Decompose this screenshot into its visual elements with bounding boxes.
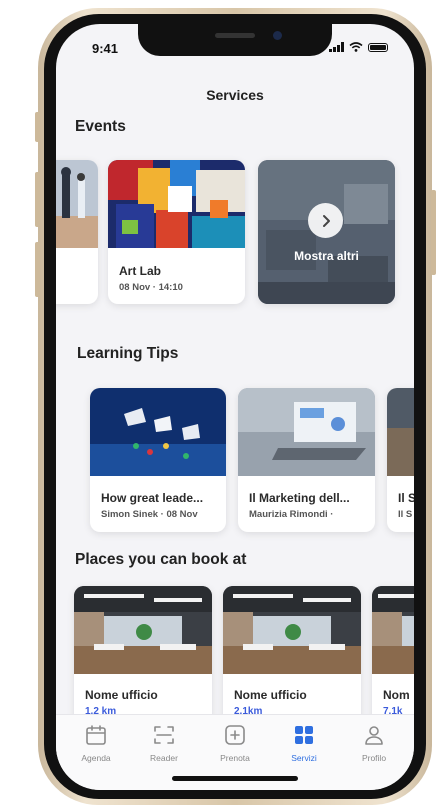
wifi-icon: [349, 42, 363, 52]
learning-tips-title: Learning Tips: [77, 345, 179, 362]
place-image: [372, 586, 414, 674]
side-button: [431, 190, 436, 275]
tab-servizi[interactable]: Servizi: [274, 723, 334, 763]
tab-profilo[interactable]: Profilo: [344, 723, 404, 763]
plus-square-icon: [225, 725, 245, 745]
show-more-card[interactable]: Mostra altri: [258, 160, 395, 304]
show-more-label: Mostra altri: [294, 249, 359, 263]
side-button: [35, 112, 40, 142]
notch: [138, 24, 332, 56]
signal-icon: [329, 42, 344, 52]
place-title: Nom: [383, 688, 410, 702]
event-image: [56, 160, 98, 248]
battery-icon: [368, 42, 388, 52]
tab-reader[interactable]: Reader: [134, 723, 194, 763]
tip-title: Il S: [398, 491, 414, 505]
tab-label: Servizi: [291, 753, 317, 763]
learning-tip-card[interactable]: Il Marketing dell... Maurizia Rimondi ·: [238, 388, 375, 532]
tip-image: [387, 388, 414, 476]
tip-title: How great leade...: [101, 491, 204, 505]
user-icon: [365, 726, 383, 745]
place-title: Nome ufficio: [234, 688, 307, 702]
tab-label: Reader: [150, 753, 178, 763]
events-title: Events: [75, 118, 126, 135]
tab-label: Prenota: [220, 753, 250, 763]
tip-meta: Maurizia Rimondi ·: [249, 509, 334, 520]
tab-prenota[interactable]: Prenota: [205, 723, 265, 763]
tab-agenda[interactable]: Agenda: [66, 723, 126, 763]
places-title: Places you can book at: [75, 551, 247, 568]
event-image: [108, 160, 245, 248]
place-image: [74, 586, 212, 674]
tab-label: Agenda: [81, 753, 111, 763]
show-more-button[interactable]: [308, 203, 343, 238]
learning-tip-card[interactable]: How great leade... Simon Sinek · 08 Nov: [90, 388, 226, 532]
phone-screen: 9:41 Services Events Art Lab 08 Nov · 14…: [56, 24, 414, 790]
place-title: Nome ufficio: [85, 688, 158, 702]
place-image: [223, 586, 361, 674]
side-button: [35, 242, 40, 297]
event-date: 08 Nov · 14:10: [119, 282, 183, 293]
status-time: 9:41: [92, 41, 119, 56]
calendar-icon: [86, 725, 106, 745]
event-card[interactable]: [56, 160, 98, 304]
learning-tip-card[interactable]: Il S Il S: [387, 388, 414, 532]
home-indicator: [172, 776, 298, 781]
tip-meta: Il S: [398, 509, 413, 520]
tip-meta: Simon Sinek · 08 Nov: [101, 509, 198, 520]
tip-title: Il Marketing dell...: [249, 491, 350, 505]
camera: [273, 31, 282, 40]
tip-image: [238, 388, 375, 476]
event-title: Art Lab: [119, 264, 161, 278]
tab-label: Profilo: [361, 753, 387, 763]
side-button: [35, 172, 40, 227]
page-title: Services: [206, 87, 264, 103]
speaker: [215, 33, 255, 38]
status-icons: [329, 42, 388, 52]
scan-icon: [154, 726, 174, 744]
chevron-right-icon: [322, 214, 330, 227]
tip-image: [90, 388, 226, 476]
grid-icon: [295, 726, 313, 744]
event-card-art-lab[interactable]: Art Lab 08 Nov · 14:10: [108, 160, 245, 304]
